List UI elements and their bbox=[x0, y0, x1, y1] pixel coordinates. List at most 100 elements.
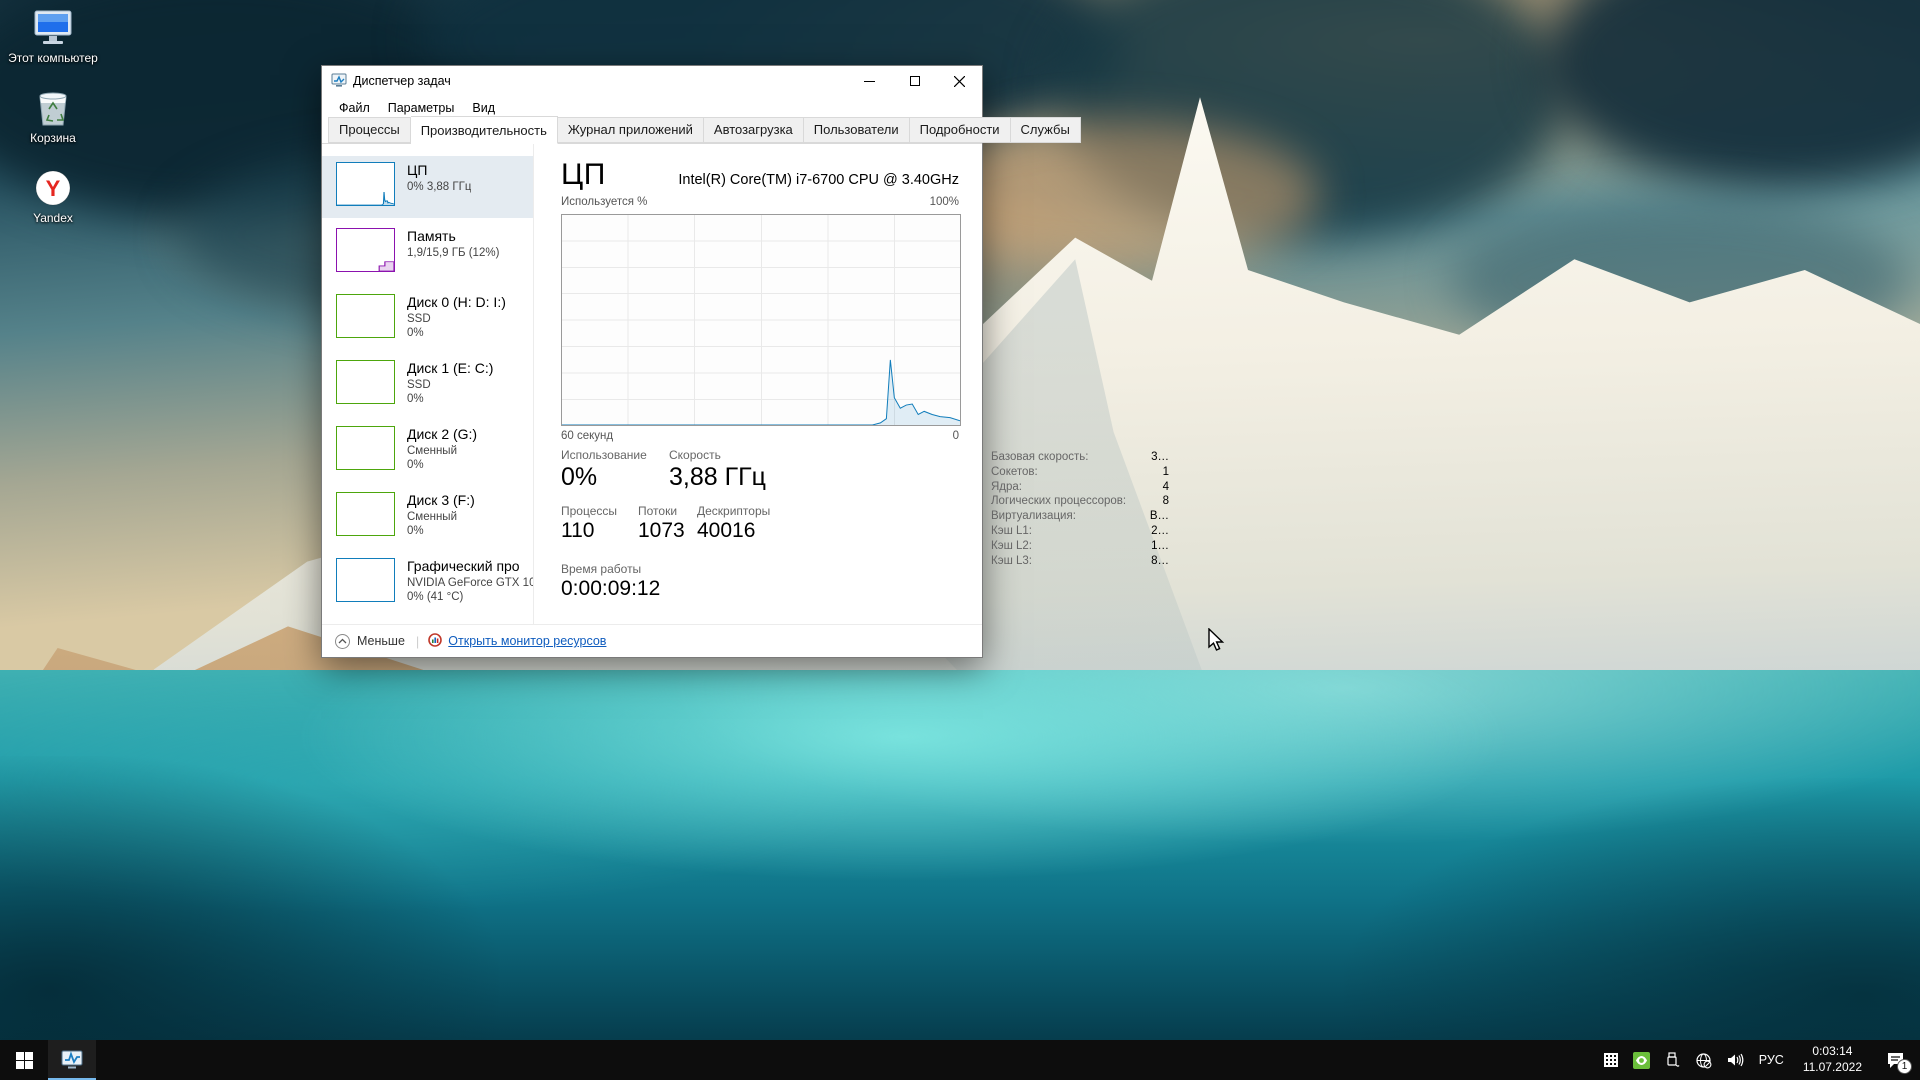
wallpaper-water-shadow bbox=[1344, 778, 1920, 1048]
mouse-cursor bbox=[1207, 628, 1227, 659]
detail-value: В… bbox=[1150, 509, 1169, 524]
uptime-label: Время работы bbox=[561, 562, 660, 576]
resource-monitor-label: Открыть монитор ресурсов bbox=[448, 634, 606, 648]
notification-badge: 1 bbox=[1897, 1059, 1912, 1074]
detail-label: Базовая скорость: bbox=[991, 450, 1088, 465]
network-no-internet-icon[interactable] bbox=[1692, 1040, 1716, 1080]
sidebar-item-cpu[interactable]: ЦП 0% 3,88 ГГц bbox=[322, 156, 534, 218]
tab-services[interactable]: Службы bbox=[1011, 117, 1081, 143]
speed-label: Скорость bbox=[669, 448, 789, 462]
sidebar-item-title: Диск 1 (E: C:) bbox=[407, 360, 493, 378]
recycle-bin-icon bbox=[31, 88, 75, 128]
detail-label: Кэш L3: bbox=[991, 554, 1032, 569]
detail-label: Кэш L1: bbox=[991, 524, 1032, 539]
detail-label: Сокетов: bbox=[991, 465, 1038, 480]
wallpaper-water-shadow bbox=[0, 756, 499, 1048]
window-title: Диспетчер задач bbox=[353, 74, 451, 88]
maximize-button[interactable] bbox=[892, 66, 937, 96]
sidebar-item-subtitle: SSD bbox=[407, 378, 493, 393]
resource-monitor-icon bbox=[428, 633, 442, 650]
sidebar-item-title: Диск 3 (F:) bbox=[407, 492, 475, 510]
menu-options[interactable]: Параметры bbox=[379, 98, 464, 118]
volume-icon[interactable] bbox=[1723, 1040, 1747, 1080]
sidebar-item-subtitle: 0% 3,88 ГГц bbox=[407, 180, 471, 195]
clock[interactable]: 0:03:14 11.07.2022 bbox=[1796, 1044, 1869, 1075]
desktop-icon-recycle-bin[interactable]: Корзина bbox=[8, 88, 98, 146]
sidebar-item-subtitle2: 0% (41 °C) bbox=[407, 590, 534, 605]
fewer-details-label: Меньше bbox=[357, 634, 405, 648]
open-resource-monitor-link[interactable]: Открыть монитор ресурсов bbox=[428, 633, 606, 650]
task-manager-icon bbox=[331, 72, 347, 91]
desktop-icon-this-pc[interactable]: Этот компьютер bbox=[8, 8, 98, 66]
detail-label: Виртуализация: bbox=[991, 509, 1076, 524]
tab-processes[interactable]: Процессы bbox=[328, 117, 411, 143]
handles-label: Дескрипторы bbox=[697, 504, 797, 518]
tab-details[interactable]: Подробности bbox=[910, 117, 1011, 143]
tab-performance[interactable]: Производительность bbox=[411, 116, 558, 144]
sidebar-item-disk1[interactable]: Диск 1 (E: C:) SSD 0% bbox=[322, 354, 534, 416]
yandex-icon: Y bbox=[31, 168, 75, 208]
taskbar-app-task-manager[interactable] bbox=[48, 1040, 96, 1080]
performance-sidebar: ЦП 0% 3,88 ГГц Память 1,9/15,9 ГБ (12%) bbox=[322, 144, 534, 624]
tab-startup[interactable]: Автозагрузка bbox=[704, 117, 804, 143]
sidebar-item-disk0[interactable]: Диск 0 (H: D: I:) SSD 0% bbox=[322, 288, 534, 350]
svg-text:Y: Y bbox=[46, 176, 61, 201]
system-tray: РУС 0:03:14 11.07.2022 1 bbox=[1599, 1040, 1920, 1080]
sidebar-item-title: ЦП bbox=[407, 162, 471, 180]
taskbar: РУС 0:03:14 11.07.2022 1 bbox=[0, 1040, 1920, 1080]
sidebar-item-title: Диск 2 (G:) bbox=[407, 426, 477, 444]
menu-file[interactable]: Файл bbox=[330, 98, 379, 118]
sidebar-item-subtitle2: 0% bbox=[407, 392, 493, 407]
touch-keyboard-icon[interactable] bbox=[1599, 1040, 1623, 1080]
tab-users[interactable]: Пользователи bbox=[804, 117, 910, 143]
usb-device-icon[interactable] bbox=[1661, 1040, 1685, 1080]
close-button[interactable] bbox=[937, 66, 982, 96]
sidebar-item-disk3[interactable]: Диск 3 (F:) Сменный 0% bbox=[322, 486, 534, 548]
desktop-icon-label: Этот компьютер bbox=[8, 52, 98, 66]
disk-thumbnail-icon bbox=[336, 360, 395, 404]
sidebar-item-disk2[interactable]: Диск 2 (G:) Сменный 0% bbox=[322, 420, 534, 482]
computer-icon bbox=[31, 8, 75, 48]
start-button[interactable] bbox=[0, 1040, 48, 1080]
caption-buttons bbox=[847, 66, 982, 96]
threads-label: Потоки bbox=[638, 504, 697, 518]
processes-value: 110 bbox=[561, 519, 638, 543]
windows-logo-icon bbox=[16, 1052, 33, 1069]
nvidia-settings-icon[interactable] bbox=[1630, 1040, 1654, 1080]
maximize-icon bbox=[910, 76, 920, 86]
graph-ymax: 100% bbox=[930, 196, 959, 208]
detail-value: 8 bbox=[1163, 494, 1169, 509]
disk-thumbnail-icon bbox=[336, 294, 395, 338]
menu-view[interactable]: Вид bbox=[463, 98, 504, 118]
desktop-icons: Этот компьютер Корзина Y Yan bbox=[8, 8, 98, 225]
title-bar[interactable]: Диспетчер задач bbox=[322, 66, 982, 96]
tab-app-history[interactable]: Журнал приложений bbox=[558, 117, 704, 143]
sidebar-item-subtitle: SSD bbox=[407, 312, 506, 327]
sidebar-item-title: Память bbox=[407, 228, 499, 246]
notification-center-button[interactable]: 1 bbox=[1876, 1040, 1914, 1080]
sidebar-item-subtitle2: 0% bbox=[407, 524, 475, 539]
minimize-button[interactable] bbox=[847, 66, 892, 96]
threads-value: 1073 bbox=[638, 519, 697, 543]
cpu-usage-curve bbox=[562, 215, 960, 425]
handles-value: 40016 bbox=[697, 519, 797, 543]
sidebar-item-gpu[interactable]: Графический про NVIDIA GeForce GTX 10 0%… bbox=[322, 552, 534, 614]
desktop-icon-label: Корзина bbox=[30, 132, 76, 146]
cpu-thumbnail-icon bbox=[336, 162, 395, 206]
cpu-panel: ЦП Intel(R) Core(TM) i7-6700 CPU @ 3.40G… bbox=[535, 144, 982, 624]
usage-value: 0% bbox=[561, 463, 669, 492]
desktop-icon-yandex[interactable]: Y Yandex bbox=[8, 168, 98, 226]
detail-label: Кэш L2: bbox=[991, 539, 1032, 554]
detail-value: 4 bbox=[1163, 480, 1169, 495]
graph-xmin: 60 секунд bbox=[561, 430, 613, 442]
tab-strip: Процессы Производительность Журнал прило… bbox=[322, 119, 982, 144]
sidebar-item-subtitle: NVIDIA GeForce GTX 10 bbox=[407, 576, 534, 591]
panel-title: ЦП bbox=[561, 158, 606, 192]
disk-thumbnail-icon bbox=[336, 426, 395, 470]
sidebar-item-memory[interactable]: Память 1,9/15,9 ГБ (12%) bbox=[322, 222, 534, 284]
usage-label: Использование bbox=[561, 448, 669, 462]
window-footer: Меньше | Открыть монитор ресурсов bbox=[322, 624, 982, 657]
language-indicator[interactable]: РУС bbox=[1754, 1053, 1789, 1067]
cpu-usage-graph[interactable] bbox=[561, 214, 961, 426]
fewer-details-button[interactable]: Меньше bbox=[335, 634, 405, 649]
